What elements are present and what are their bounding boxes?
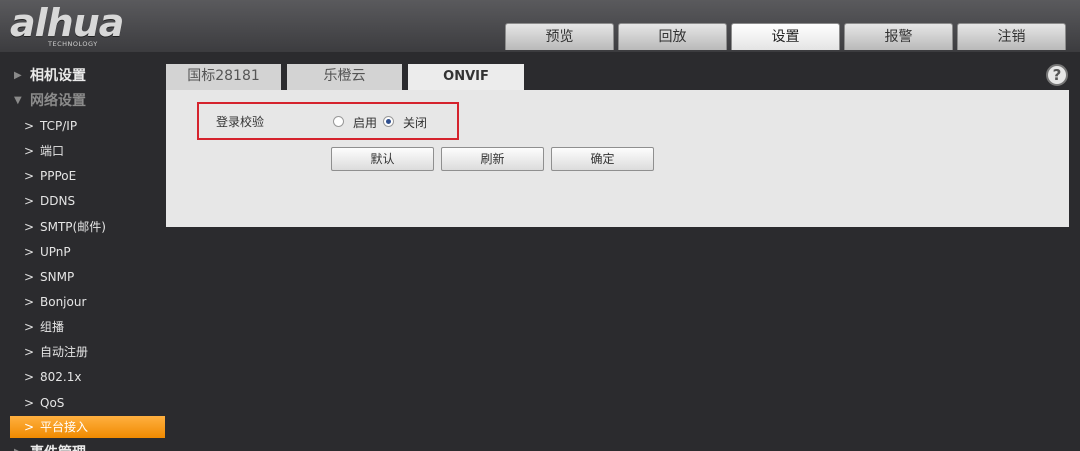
logo-subtext: TECHNOLOGY — [48, 40, 98, 48]
chevron-right-icon: > — [24, 420, 35, 434]
radio-disable-circle[interactable] — [383, 116, 394, 127]
sidebar-item-label: TCP/IP — [40, 119, 78, 133]
tab-alarm[interactable]: 报警 — [844, 23, 953, 50]
chevron-right-icon: > — [24, 194, 35, 208]
sidebar-item-label: UPnP — [40, 245, 71, 259]
sidebar-item-label: SNMP — [40, 270, 75, 284]
logo-text: alhua — [10, 1, 124, 45]
triangle-down-icon: ▼ — [14, 95, 22, 106]
sidebar-item-8021x[interactable]: > 802.1x — [10, 366, 165, 388]
refresh-button[interactable]: 刷新 — [441, 147, 544, 171]
sidebar-item-label: 端口 — [40, 144, 65, 158]
sidebar-group-label: 相机设置 — [30, 68, 86, 84]
header: alhua TECHNOLOGY 预览 回放 设置 报警 注销 — [0, 0, 1080, 52]
confirm-button[interactable]: 确定 — [551, 147, 654, 171]
sidebar-item-label: QoS — [40, 396, 65, 410]
sidebar-group-event[interactable]: ▶ 事件管理 — [14, 441, 164, 451]
sidebar-item-platform-access[interactable]: > 平台接入 — [10, 416, 165, 438]
chevron-right-icon: > — [24, 245, 35, 259]
chevron-right-icon: > — [24, 169, 35, 183]
help-icon[interactable]: ? — [1046, 64, 1068, 86]
tab-settings[interactable]: 设置 — [731, 23, 840, 50]
chevron-right-icon: > — [24, 220, 35, 234]
login-verification-label: 登录校验 — [216, 115, 265, 129]
chevron-right-icon: > — [24, 295, 35, 309]
sidebar-item-label: DDNS — [40, 194, 76, 208]
sidebar-item-label: PPPoE — [40, 169, 77, 183]
radio-enable-label: 启用 — [353, 116, 378, 130]
chevron-right-icon: > — [24, 320, 35, 334]
sidebar-item-label: SMTP(邮件) — [40, 220, 106, 234]
sidebar-item-pppoe[interactable]: > PPPoE — [10, 165, 165, 187]
sidebar-item-label: 802.1x — [40, 370, 82, 384]
tab-gb28181[interactable]: 国标28181 — [166, 64, 281, 90]
tab-preview[interactable]: 预览 — [505, 23, 614, 50]
sidebar-item-multicast[interactable]: > 组播 — [10, 316, 165, 338]
sidebar-item-label: Bonjour — [40, 295, 87, 309]
default-button[interactable]: 默认 — [331, 147, 434, 171]
tab-playback[interactable]: 回放 — [618, 23, 727, 50]
tab-onvif[interactable]: ONVIF — [408, 64, 524, 90]
triangle-right-icon: ▶ — [14, 441, 22, 451]
sidebar-item-label: 组播 — [40, 320, 65, 334]
tab-lechange-cloud[interactable]: 乐橙云 — [287, 64, 402, 90]
sidebar-item-label: 平台接入 — [40, 420, 89, 434]
sidebar-item-upnp[interactable]: > UPnP — [10, 241, 165, 263]
chevron-right-icon: > — [24, 345, 35, 359]
app-window: alhua TECHNOLOGY 预览 回放 设置 报警 注销 ▶ 相机设置 ▼… — [0, 0, 1080, 451]
sidebar-item-label: 自动注册 — [40, 345, 89, 359]
sidebar-item-port[interactable]: > 端口 — [10, 140, 165, 162]
sidebar-item-qos[interactable]: > QoS — [10, 392, 165, 414]
sidebar-item-bonjour[interactable]: > Bonjour — [10, 291, 165, 313]
sidebar-group-network[interactable]: ▼ 网络设置 — [14, 89, 164, 113]
sidebar-group-label: 事件管理 — [30, 441, 86, 451]
sidebar-item-snmp[interactable]: > SNMP — [10, 266, 165, 288]
sidebar: ▶ 相机设置 ▼ 网络设置 > TCP/IP > 端口 > PPPoE > DD… — [0, 60, 166, 451]
sidebar-group-camera[interactable]: ▶ 相机设置 — [14, 64, 164, 88]
radio-disable-label: 关闭 — [403, 116, 428, 130]
chevron-right-icon: > — [24, 396, 35, 410]
sidebar-item-smtp[interactable]: > SMTP(邮件) — [10, 216, 165, 238]
sidebar-group-label: 网络设置 — [30, 93, 86, 109]
chevron-right-icon: > — [24, 370, 35, 384]
triangle-right-icon: ▶ — [14, 70, 22, 81]
sidebar-item-auto-register[interactable]: > 自动注册 — [10, 341, 165, 363]
chevron-right-icon: > — [24, 270, 35, 284]
sidebar-item-tcpip[interactable]: > TCP/IP — [10, 115, 165, 137]
chevron-right-icon: > — [24, 144, 35, 158]
settings-panel: 登录校验 启用 关闭 默认 刷新 确定 — [166, 90, 1069, 227]
sidebar-item-ddns[interactable]: > DDNS — [10, 190, 165, 212]
radio-enable-circle[interactable] — [333, 116, 344, 127]
tab-logout[interactable]: 注销 — [957, 23, 1066, 50]
login-verification-row: 登录校验 启用 关闭 — [197, 102, 459, 140]
chevron-right-icon: > — [24, 119, 35, 133]
